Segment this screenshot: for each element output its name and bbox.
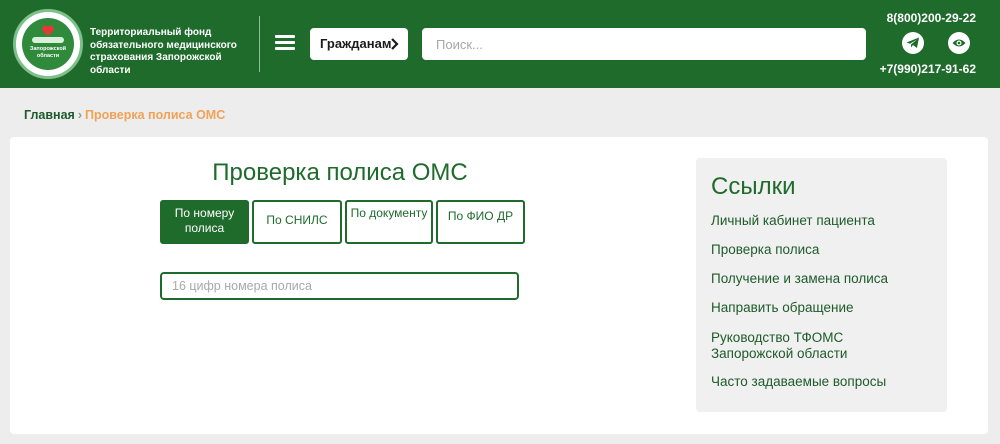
tab-label: По номеру полиса — [174, 206, 235, 235]
citizens-button[interactable]: Гражданам — [310, 28, 408, 60]
logo-emblem: Запорожской области — [22, 18, 74, 70]
tab-document[interactable]: По документу — [345, 200, 433, 244]
tab-label: По ФИО ДР — [447, 209, 514, 223]
site-logo[interactable]: Запорожской области — [13, 9, 83, 79]
org-name: Территориальный фонд обязательного медиц… — [90, 27, 237, 76]
breadcrumb: Главная › Проверка полиса ОМС — [24, 108, 225, 122]
chevron-right-icon — [391, 38, 399, 50]
link-management[interactable]: Руководство ТФОМС Запорожской области — [711, 330, 881, 362]
telegram-button[interactable] — [902, 32, 924, 54]
phone-number-1[interactable]: 8(800)200-29-22 — [876, 11, 976, 25]
policy-number-input[interactable] — [160, 272, 519, 300]
chevron-right-icon: › — [77, 108, 83, 122]
citizens-button-label: Гражданам — [320, 36, 392, 51]
accessibility-button[interactable] — [948, 32, 970, 54]
search-input[interactable] — [422, 28, 866, 60]
links-title: Ссылки — [711, 173, 796, 200]
breadcrumb-current: Проверка полиса ОМС — [85, 108, 226, 122]
link-check-policy[interactable]: Проверка полиса — [711, 242, 936, 258]
menu-icon[interactable] — [275, 35, 295, 51]
eye-icon — [952, 39, 966, 47]
hand-icon — [32, 37, 64, 43]
link-send-appeal[interactable]: Направить обращение — [711, 300, 936, 316]
page-title: Проверка полиса ОМС — [212, 159, 468, 186]
tab-snils[interactable]: По СНИЛС — [252, 200, 342, 244]
tab-label: По документу — [350, 206, 428, 220]
site-header: Запорожской области Территориальный фонд… — [0, 0, 1000, 88]
link-faq[interactable]: Часто задаваемые вопросы — [711, 374, 936, 390]
links-panel: Ссылки Личный кабинет пациента Проверка … — [696, 158, 947, 412]
main-card: Проверка полиса ОМС По номеру полиса По … — [10, 137, 988, 434]
phone-number-2[interactable]: +7(990)217-91-62 — [876, 62, 976, 76]
tab-label: По СНИЛС — [266, 213, 328, 227]
breadcrumb-home[interactable]: Главная — [24, 108, 75, 122]
tab-fio-dob[interactable]: По ФИО ДР — [436, 200, 525, 244]
tab-policy-number[interactable]: По номеру полиса — [160, 200, 249, 244]
link-get-replace-policy[interactable]: Получение и замена полиса — [711, 271, 936, 287]
link-patient-cabinet[interactable]: Личный кабинет пациента — [711, 213, 936, 229]
heart-icon — [41, 25, 55, 36]
header-divider — [259, 16, 260, 72]
logo-text: Запорожской области — [29, 46, 67, 59]
telegram-icon — [906, 37, 919, 48]
